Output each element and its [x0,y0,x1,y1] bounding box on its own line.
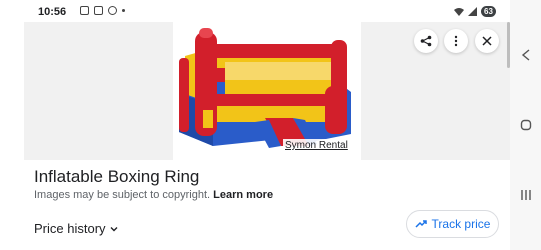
recents-icon [520,190,531,200]
sync-icon [108,6,117,15]
share-button[interactable] [414,29,438,53]
wifi-icon [454,8,464,16]
product-title: Inflatable Boxing Ring [34,167,200,186]
more-vert-icon [454,35,458,47]
learn-more-link[interactable]: Learn more [213,189,273,201]
recents-button[interactable] [510,183,541,207]
trend-icon [415,220,427,228]
more-options-button[interactable] [444,29,468,53]
status-time: 10:56 [38,6,67,18]
image-source-link[interactable]: Symon Rental [283,139,350,152]
notification-icons [80,6,125,15]
share-icon [420,35,432,47]
close-button[interactable] [475,29,499,53]
back-icon [521,49,529,61]
track-price-button[interactable]: Track price [406,210,499,238]
track-price-label: Track price [431,217,491,231]
battery-level: 63 [481,6,496,17]
price-history-toggle[interactable]: Price history [34,221,119,236]
home-button[interactable] [510,113,541,137]
signal-icon [468,7,477,16]
system-navigation-bar [510,0,541,250]
back-button[interactable] [510,43,541,67]
copyright-note: Images may be subject to copyright. Lear… [34,189,273,201]
image-preview-panel: Symon Rental [24,22,510,160]
notification-app-icon [94,6,103,15]
system-icons: 63 [454,6,496,17]
price-history-label: Price history [34,221,106,236]
copyright-text: Images may be subject to copyright. [34,189,211,201]
screenshot-icon [80,6,89,15]
status-bar: 10:56 63 [0,0,510,24]
notification-dot-icon [122,9,125,12]
close-icon [482,36,492,46]
home-icon [520,119,531,131]
chevron-down-icon [110,226,118,231]
